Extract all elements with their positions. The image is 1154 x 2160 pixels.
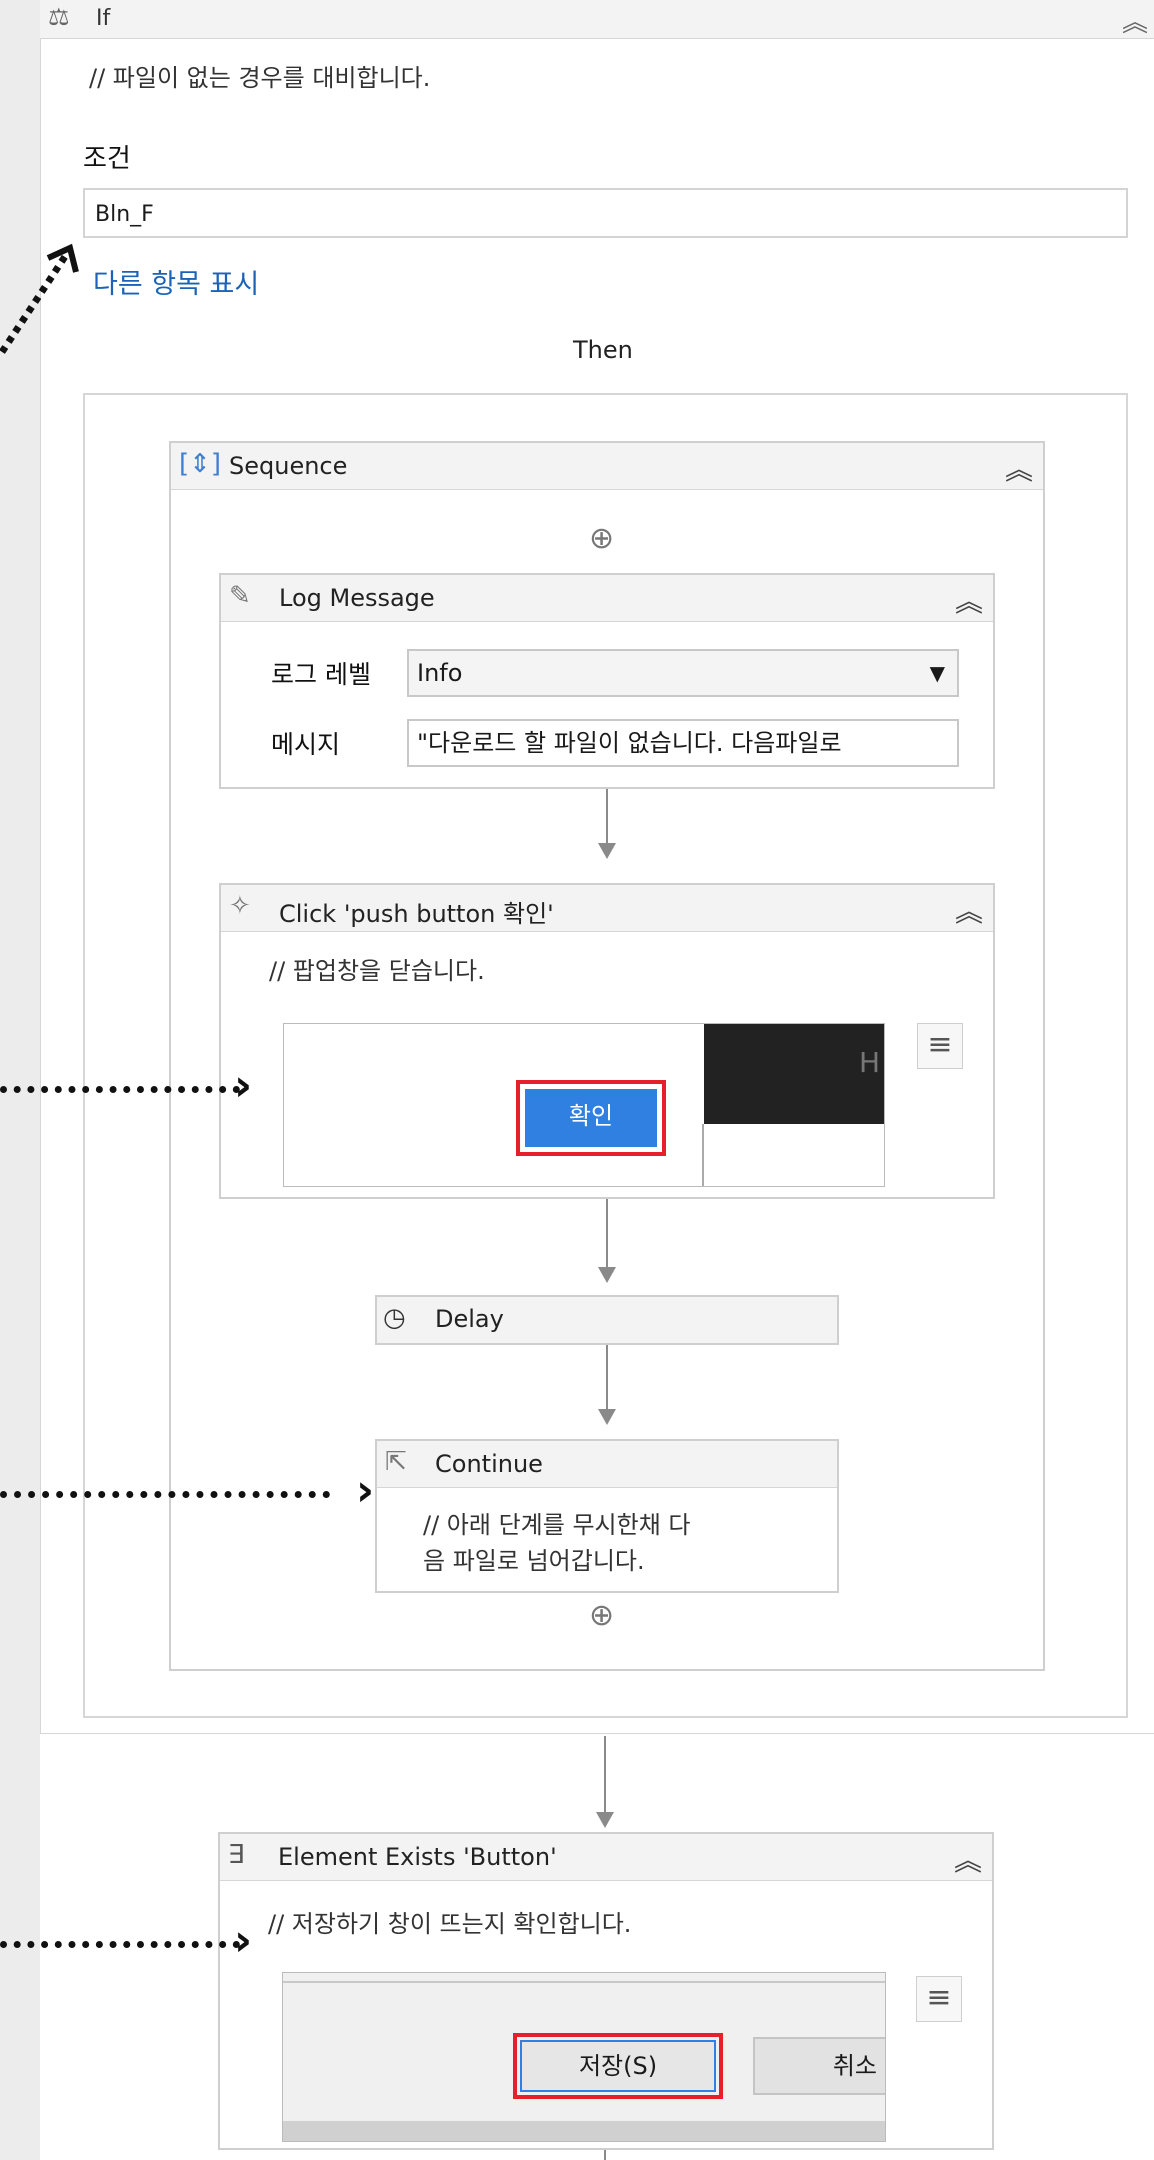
annotation-dotted-line <box>0 1941 240 1948</box>
cancel-button-preview: 취소 <box>753 2037 885 2095</box>
hamburger-menu-icon[interactable]: ≡ <box>917 1023 963 1069</box>
log-level-label: 로그 레벨 <box>271 660 371 689</box>
target-highlight: 저장(S) <box>513 2033 723 2099</box>
collapse-icon[interactable]: ︽ <box>955 580 983 620</box>
clock-icon: ◷ <box>383 1303 406 1333</box>
continue-icon: ⇱ <box>385 1447 407 1477</box>
flow-arrow-icon <box>598 1267 616 1283</box>
log-message-activity[interactable]: ✎ Log Message ︽ 로그 레벨 Info ▼ 메시지 "다운로드 할… <box>219 573 995 789</box>
delay-activity[interactable]: ◷ Delay <box>375 1295 839 1345</box>
flow-connector <box>604 2150 606 2160</box>
then-drop-area: [⇕] Sequence ︽ ⊕ ✎ Log Message ︽ 로그 레벨 I… <box>83 393 1128 1718</box>
annotation-dotted-line <box>0 1086 240 1093</box>
flow-connector <box>606 1345 608 1413</box>
hamburger-menu-icon[interactable]: ≡ <box>916 1976 962 2022</box>
log-message-header[interactable]: ✎ Log Message ︽ <box>221 575 993 622</box>
click-comment: // 팝업창을 닫습니다. <box>269 957 485 985</box>
collapse-icon[interactable]: ︽ <box>1122 2 1148 39</box>
flow-arrow-icon <box>596 1812 614 1828</box>
if-activity-header[interactable]: ⚖ If ︽ <box>40 0 1154 39</box>
sequence-title: Sequence <box>229 452 348 480</box>
if-activity-title: If <box>96 6 111 31</box>
element-exists-activity[interactable]: ∃ Element Exists 'Button' ︽ // 저장하기 창이 뜨… <box>218 1832 994 2150</box>
delay-title: Delay <box>435 1305 504 1333</box>
continue-header[interactable]: ⇱ Continue <box>377 1441 837 1488</box>
click-wand-icon: ✧ <box>229 891 251 921</box>
screenshot-divider <box>702 1124 704 1186</box>
save-button-preview: 저장(S) <box>520 2040 716 2092</box>
annotation-arrow-tip-icon: › <box>356 1465 375 1516</box>
screenshot-bottom-bar <box>283 2121 885 2141</box>
collapse-icon[interactable]: ︽ <box>954 1839 982 1879</box>
workflow-canvas: ⚖ If ︽ // 파일이 없는 경우를 대비합니다. 조건 Bln_F 다른 … <box>0 0 1154 2160</box>
dropdown-arrow-icon: ▼ <box>929 661 945 685</box>
element-exists-title: Element Exists 'Button' <box>278 1843 557 1871</box>
condition-input[interactable]: Bln_F <box>83 188 1128 238</box>
collapse-icon[interactable]: ︽ <box>955 890 983 930</box>
log-message-icon: ✎ <box>229 581 251 611</box>
click-header[interactable]: ✧ Click 'push button 확인' ︽ <box>221 885 993 932</box>
if-comment: // 파일이 없는 경우를 대비합니다. <box>89 64 431 92</box>
flow-arrow-icon <box>598 843 616 859</box>
log-level-value: Info <box>417 659 463 687</box>
collapse-icon[interactable]: ︽ <box>1005 448 1033 488</box>
screenshot-edge-text: H <box>858 1046 880 1079</box>
sequence-header[interactable]: [⇕] Sequence ︽ <box>171 443 1043 490</box>
circle-plus-icon[interactable]: ⊕ <box>589 521 614 556</box>
message-label: 메시지 <box>271 730 341 759</box>
exists-symbol-icon: ∃ <box>228 1840 245 1870</box>
diagonal-dotted-arrow-icon <box>0 243 79 354</box>
flow-connector <box>606 789 608 847</box>
annotation-arrow-tip-icon: › <box>234 1060 253 1111</box>
annotation-arrow-condition <box>0 240 120 364</box>
flow-arrow-icon <box>598 1409 616 1425</box>
if-activity-body: // 파일이 없는 경우를 대비합니다. 조건 Bln_F 다른 항목 표시 T… <box>40 38 1154 1734</box>
confirm-button-preview: 확인 <box>525 1089 657 1147</box>
continue-comment-line2: 음 파일로 넘어갑니다. <box>423 1547 645 1575</box>
annotation-arrow-tip-icon: › <box>234 1915 253 1966</box>
log-message-title: Log Message <box>279 584 435 612</box>
if-activity-icon: ⚖ <box>48 3 70 31</box>
flow-connector <box>606 1199 608 1271</box>
screenshot-top-line <box>283 1981 885 1983</box>
sequence-icon: [⇕] <box>179 449 222 479</box>
condition-label: 조건 <box>83 144 131 174</box>
element-target-screenshot: 저장(S) 취소 <box>282 1972 886 2142</box>
log-level-select[interactable]: Info ▼ <box>407 649 959 697</box>
circle-plus-icon[interactable]: ⊕ <box>589 1598 614 1633</box>
click-activity[interactable]: ✧ Click 'push button 확인' ︽ // 팝업창을 닫습니다.… <box>219 883 995 1199</box>
continue-comment-line1: // 아래 단계를 무시한채 다 <box>423 1511 691 1539</box>
click-target-screenshot: H 확인 <box>283 1023 885 1187</box>
annotation-dotted-line <box>0 1491 330 1498</box>
continue-activity[interactable]: ⇱ Continue // 아래 단계를 무시한채 다 음 파일로 넘어갑니다. <box>375 1439 839 1593</box>
element-exists-comment: // 저장하기 창이 뜨는지 확인합니다. <box>268 1910 632 1938</box>
click-title: Click 'push button 확인' <box>279 900 554 928</box>
screenshot-dark-region: H <box>704 1024 884 1124</box>
target-highlight: 확인 <box>516 1080 666 1156</box>
then-label: Then <box>573 336 633 364</box>
sequence-activity[interactable]: [⇕] Sequence ︽ ⊕ ✎ Log Message ︽ 로그 레벨 I… <box>169 441 1045 1671</box>
message-input[interactable]: "다운로드 할 파일이 없습니다. 다음파일로 <box>407 719 959 767</box>
flow-connector <box>604 1736 606 1816</box>
continue-title: Continue <box>435 1450 543 1478</box>
element-exists-header[interactable]: ∃ Element Exists 'Button' ︽ <box>220 1834 992 1881</box>
